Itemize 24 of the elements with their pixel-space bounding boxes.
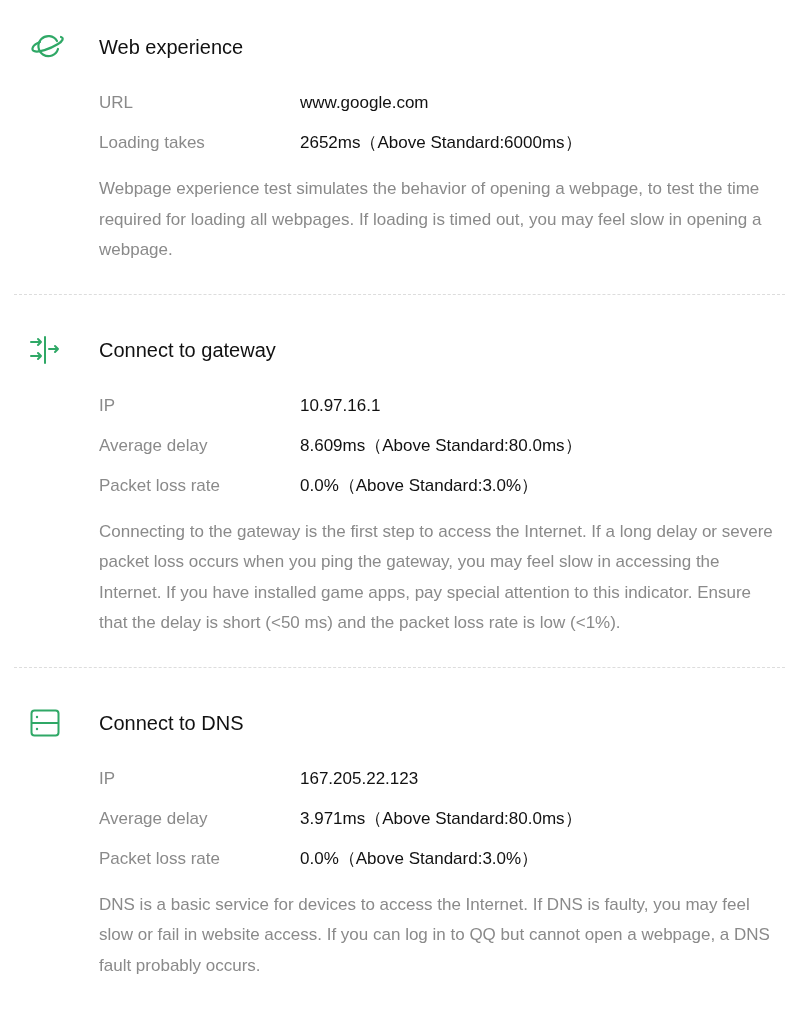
field-label: Average delay <box>99 807 209 830</box>
field-value: 2652ms（Above Standard:6000ms） <box>300 132 582 155</box>
section-title: Web experience <box>99 35 244 60</box>
field-label: Loading takes <box>99 132 206 155</box>
section-title: Connect to gateway <box>99 337 276 363</box>
section-title: Connect to DNS <box>99 710 244 736</box>
field-label: IP <box>99 394 117 417</box>
field-value: www.google.com <box>300 92 429 115</box>
field-value: 3.971ms（Above Standard:80.0ms） <box>300 807 582 830</box>
field-value: 0.0%（Above Standard:3.0%） <box>300 474 539 497</box>
field-label: Average delay <box>99 434 209 457</box>
field-label: Packet loss rate <box>99 474 221 497</box>
field-value: 0.0%（Above Standard:3.0%） <box>300 847 539 870</box>
gateway-arrows-icon <box>30 335 60 364</box>
field-label: Packet loss rate <box>99 847 221 870</box>
description-text: DNS is a basic service for devices to access the Internet. If DNS is faulty, you may feel slow or fail in website access. If you can log in to QQ but cannot open a webpage, a DNS fault probably occurs. <box>99 893 771 977</box>
server-icon <box>30 708 60 737</box>
field-label: IP <box>99 767 117 790</box>
field-value: 8.609ms（Above Standard:80.0ms） <box>300 434 582 457</box>
description-text: Connecting to the gateway is the first step to access the Internet. If a long delay or severe packet loss occurs when you ping the gateway, you may feel slow in accessing the Internet. If you have installed game apps, pay special attention to this indicator. Ensure that the delay is short (<50 ms) and the packet loss rate is low (<1%). <box>99 520 774 634</box>
description-text: Webpage experience test simulates the behavior of opening a webpage, to test the time required for loading all webpages. If loading is timed out, you may feel slow in opening a webpage. <box>99 178 763 261</box>
field-value: 167.205.22.123 <box>300 767 419 790</box>
field-value: 10.97.16.1 <box>300 394 381 417</box>
field-label: URL <box>99 92 134 115</box>
